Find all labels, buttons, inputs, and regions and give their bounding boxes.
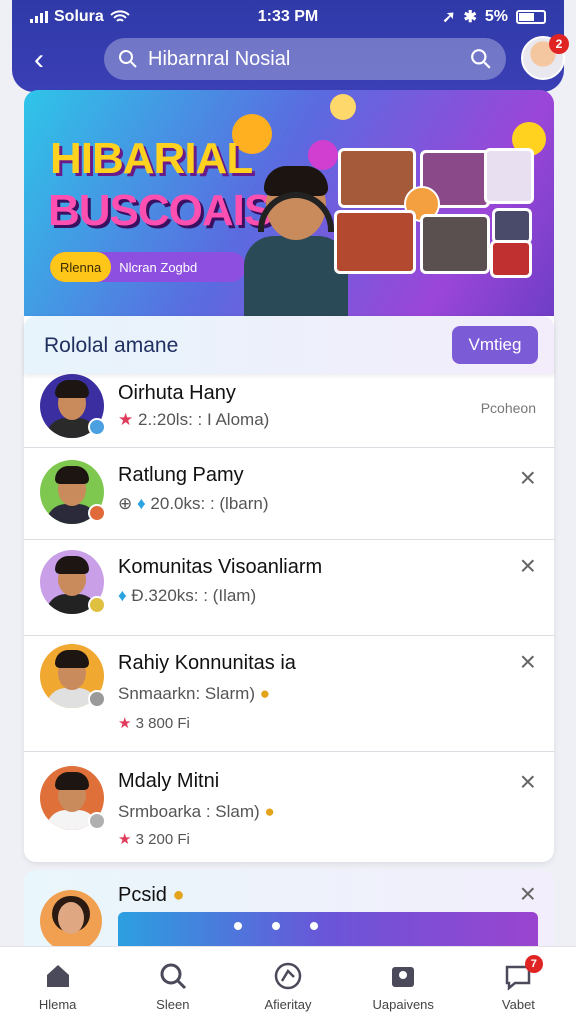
status-badge	[88, 690, 106, 708]
bluetooth-icon: ✱	[463, 9, 477, 26]
tab-activity[interactable]: Afieritay	[230, 947, 345, 1024]
emoji-sticker	[308, 140, 338, 170]
list-item[interactable]: Ratlung Pamy ⊕ ♦ 20.0ks: : (lbarn) ×	[24, 448, 554, 540]
photo-tile	[334, 210, 416, 274]
star-icon: ★	[118, 831, 132, 848]
tab-label: Vabet	[501, 997, 535, 1012]
bottom-nav: Hlema Sleen Afieritay Uapaivens 7 Vabet	[0, 946, 576, 1024]
battery-icon	[516, 10, 546, 24]
close-icon: ×	[519, 766, 536, 797]
dismiss-button[interactable]: ×	[520, 464, 536, 492]
home-icon	[46, 965, 69, 987]
search-icon	[119, 50, 137, 68]
search-bar[interactable]: Hibarnral Nosial	[104, 38, 506, 80]
list-item[interactable]: Mdaly Mitni Srmboarka : Slam) ● ★ 3 200 …	[24, 752, 554, 862]
search-icon	[160, 963, 186, 990]
avatar	[40, 890, 102, 952]
close-icon: ×	[519, 462, 536, 493]
post-title: Pcsid ●	[118, 884, 185, 906]
tab-label: Uapaivens	[372, 997, 434, 1012]
item-meta: ★ 2.:20ls: : I Aloma)	[118, 410, 270, 429]
activity-icon	[274, 962, 302, 990]
item-status: Pcoheon	[480, 400, 536, 416]
item-meta: Snmaarkn: Slarm) ●	[118, 684, 270, 703]
location-icon: ➚	[442, 9, 456, 26]
photo-tile	[492, 208, 532, 244]
close-icon: ×	[519, 646, 536, 677]
banner-pill-text: Nlcran Zogbd	[119, 259, 198, 275]
item-name: Ratlung Pamy	[118, 464, 244, 486]
tab-label: Sleen	[156, 997, 190, 1012]
verified-badge	[88, 418, 106, 436]
tab-label: Hlema	[38, 997, 77, 1012]
tab-chat[interactable]: 7 Vabet	[461, 947, 576, 1024]
dismiss-button[interactable]: ×	[520, 552, 536, 580]
bird-icon: ♦	[136, 494, 146, 513]
item-meta: ♦ Đ.320ks: : (Ilam)	[118, 586, 257, 605]
sticker-icon: ●	[259, 684, 270, 703]
tab-groups[interactable]: Uapaivens	[346, 947, 461, 1024]
banner-pill-highlight: Rlenna	[50, 252, 112, 282]
dismiss-button[interactable]: ×	[520, 768, 536, 796]
item-meta: Srmboarka : Slam) ●	[118, 802, 275, 821]
list-item[interactable]: Komunitas Visoanliarm ♦ Đ.320ks: : (Ilam…	[24, 540, 554, 636]
tab-home[interactable]: Hlema	[0, 947, 115, 1024]
item-name: Oirhuta Hany	[118, 382, 236, 404]
search-input[interactable]: Hibarnral Nosial	[148, 48, 470, 71]
star-icon: ★	[118, 410, 134, 429]
photo-tile	[490, 240, 532, 278]
status-bar: Solura 1:33 PM ➚ ✱ 5%	[30, 6, 546, 28]
clock: 1:33 PM	[257, 8, 319, 25]
item-count: ★ 3 800 Fi	[118, 715, 190, 732]
item-name: Rahiy Konnunitas ia	[118, 652, 296, 674]
list-item[interactable]: Oirhuta Hany ★ 2.:20ls: : I Aloma) Pcohe…	[24, 374, 554, 448]
close-icon: ×	[519, 878, 536, 909]
list-item[interactable]: Rahiy Konnunitas ia Snmaarkn: Slarm) ● ★…	[24, 636, 554, 752]
star-icon: ★	[118, 715, 132, 732]
banner-title: HIBARIAL	[50, 134, 253, 183]
profile-avatar[interactable]: 2	[521, 34, 569, 80]
signal-icon	[30, 11, 48, 23]
emoji-sticker	[330, 94, 356, 120]
search-submit-icon[interactable]	[470, 48, 492, 70]
photo-tile	[484, 148, 534, 204]
wifi-icon	[110, 10, 130, 22]
suggestions-card: Rololal amane Vmtieg Oirhuta Hany ★ 2.:2…	[24, 316, 554, 862]
card-header: Rololal amane Vmtieg	[24, 316, 554, 374]
bird-icon: ♦	[118, 586, 127, 605]
tab-label: Afieritay	[264, 997, 312, 1012]
dismiss-button[interactable]: ×	[520, 648, 536, 676]
notification-badge: 2	[549, 34, 569, 54]
sticker-icon: ●	[172, 884, 185, 906]
groups-icon	[392, 967, 415, 987]
item-count: ★ 3 200 Fi	[118, 831, 190, 848]
hero-banner[interactable]: HIBARIAL BUSCOAIS Rlenna Nlcran Zogbd	[24, 90, 554, 318]
carousel-dots	[234, 922, 318, 930]
item-name: Komunitas Visoanliarm	[118, 556, 323, 578]
photo-tile	[420, 214, 490, 274]
carrier-label: Solura	[54, 8, 104, 25]
item-name: Mdaly Mitni	[118, 770, 220, 792]
top-bar: Solura 1:33 PM ➚ ✱ 5% ‹ Hibarnral Nosial…	[12, 0, 569, 92]
status-badge	[88, 504, 106, 522]
hash-icon: ⊕	[118, 494, 133, 513]
notification-badge: 7	[524, 955, 543, 973]
banner-pill: Rlenna Nlcran Zogbd	[50, 252, 246, 282]
sticker-icon: ●	[264, 802, 275, 821]
battery-percent: 5%	[484, 8, 508, 25]
item-meta: ⊕ ♦ 20.0ks: : (lbarn)	[118, 494, 269, 513]
dismiss-button[interactable]: ×	[520, 880, 536, 908]
back-button[interactable]: ‹	[34, 44, 66, 76]
status-badge	[88, 596, 106, 614]
tab-search[interactable]: Sleen	[115, 947, 230, 1024]
action-button[interactable]: Vmtieg	[452, 326, 538, 364]
chevron-left-icon: ‹	[34, 43, 44, 76]
close-icon: ×	[519, 550, 536, 581]
card-title: Rololal amane	[44, 334, 179, 357]
status-badge	[88, 812, 106, 830]
